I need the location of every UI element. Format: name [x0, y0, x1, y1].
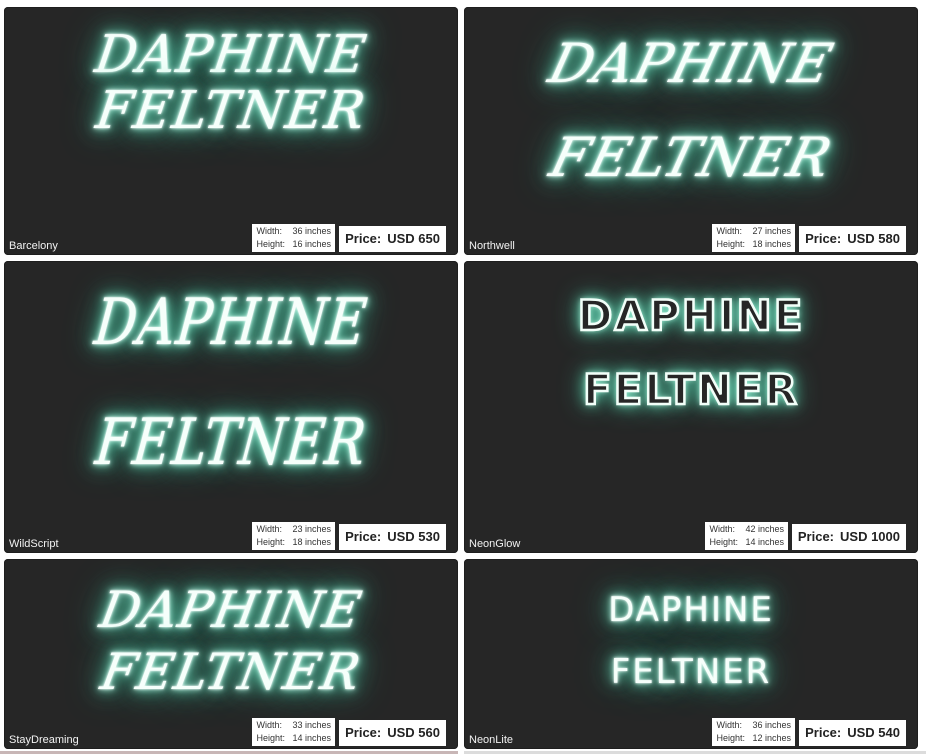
- width-value: 33 inches: [292, 720, 331, 730]
- price-value: USD 530: [387, 529, 440, 544]
- price-value: USD 650: [387, 231, 440, 246]
- size-info: Width: 36 inches Height: 16 inches: [252, 224, 335, 252]
- width-value: 36 inches: [752, 720, 791, 730]
- price-box: Price: USD 650: [339, 226, 446, 252]
- height-label: Height:: [716, 239, 745, 249]
- font-card-northwell[interactable]: DAPHINE FELTNER Northwell Width: 27 inche…: [464, 7, 918, 255]
- width-value: 36 inches: [292, 226, 331, 236]
- font-card-wildscript[interactable]: DAPHINE FELTNER WildScript Width: 23 inch…: [4, 261, 458, 553]
- size-info: Width: 33 inches Height: 14 inches: [252, 718, 335, 746]
- price-label: Price:: [345, 725, 382, 740]
- neon-preview-line2: FELTNER: [582, 365, 800, 414]
- price-box: Price: USD 560: [339, 720, 446, 746]
- neon-preview-line2: FELTNER: [543, 126, 839, 189]
- size-info: Width: 36 inches Height: 12 inches: [712, 718, 795, 746]
- font-name-label: Barcelony: [9, 240, 58, 252]
- neon-font-grid: DAPHINE FELTNER Barcelony Width: 36 inche…: [0, 0, 926, 754]
- height-value: 14 inches: [745, 537, 784, 547]
- price-box: Price: USD 540: [799, 720, 906, 746]
- price-label: Price:: [345, 231, 382, 246]
- font-card-barcelony[interactable]: DAPHINE FELTNER Barcelony Width: 36 inche…: [4, 7, 458, 255]
- neon-preview-line1: DAPHINE: [91, 286, 371, 360]
- height-value: 16 inches: [292, 239, 331, 249]
- font-card-staydreaming[interactable]: DAPHINE FELTNER StayDreaming Width: 33 in…: [4, 559, 458, 749]
- width-value: 23 inches: [292, 524, 331, 534]
- width-label: Width:: [256, 720, 282, 730]
- neon-preview-line1: DAPHINE: [91, 25, 371, 85]
- font-card-neonlite[interactable]: DAPHINE FELTNER NeonLite Width: 36 inches…: [464, 559, 918, 749]
- price-value: USD 1000: [840, 529, 900, 544]
- height-value: 12 inches: [752, 733, 791, 743]
- price-label: Price:: [805, 231, 842, 246]
- neon-preview-line1: DAPHINE: [542, 32, 840, 95]
- price-label: Price:: [345, 529, 382, 544]
- font-name-label: WildScript: [9, 538, 59, 550]
- font-name-label: NeonGlow: [469, 538, 521, 550]
- font-name-label: NeonLite: [469, 734, 514, 746]
- neon-preview-line2: FELTNER: [92, 406, 370, 480]
- width-label: Width:: [709, 524, 735, 534]
- size-info: Width: 23 inches Height: 18 inches: [252, 522, 335, 550]
- height-label: Height:: [709, 537, 738, 547]
- width-label: Width:: [256, 226, 282, 236]
- height-value: 14 inches: [292, 733, 331, 743]
- font-name-label: Northwell: [469, 240, 515, 252]
- width-value: 27 inches: [752, 226, 791, 236]
- neon-preview-line1: DAPHINE: [95, 581, 367, 639]
- height-label: Height:: [256, 733, 285, 743]
- neon-preview-line1: DAPHINE: [608, 590, 774, 630]
- price-box: Price: USD 1000: [791, 524, 906, 550]
- price-value: USD 560: [387, 725, 440, 740]
- price-value: USD 580: [847, 231, 900, 246]
- width-label: Width:: [716, 720, 742, 730]
- font-card-neonglow[interactable]: DAPHINE FELTNER NeonGlow Width: 42 inches…: [464, 261, 918, 553]
- price-label: Price:: [805, 725, 842, 740]
- width-value: 42 inches: [745, 524, 784, 534]
- price-box: Price: USD 530: [339, 524, 446, 550]
- width-label: Width:: [256, 524, 282, 534]
- neon-preview-line2: FELTNER: [610, 652, 772, 692]
- font-name-label: StayDreaming: [9, 734, 79, 746]
- height-label: Height:: [256, 239, 285, 249]
- size-info: Width: 27 inches Height: 18 inches: [712, 224, 795, 252]
- neon-preview-line2: FELTNER: [92, 81, 370, 141]
- price-value: USD 540: [847, 725, 900, 740]
- width-label: Width:: [716, 226, 742, 236]
- neon-preview-line1: DAPHINE: [576, 291, 805, 340]
- neon-preview-line2: FELTNER: [96, 643, 366, 701]
- size-info: Width: 42 inches Height: 14 inches: [705, 522, 788, 550]
- height-label: Height:: [256, 537, 285, 547]
- height-value: 18 inches: [292, 537, 331, 547]
- height-label: Height:: [716, 733, 745, 743]
- price-label: Price:: [797, 529, 835, 544]
- price-box: Price: USD 580: [799, 226, 906, 252]
- height-value: 18 inches: [752, 239, 791, 249]
